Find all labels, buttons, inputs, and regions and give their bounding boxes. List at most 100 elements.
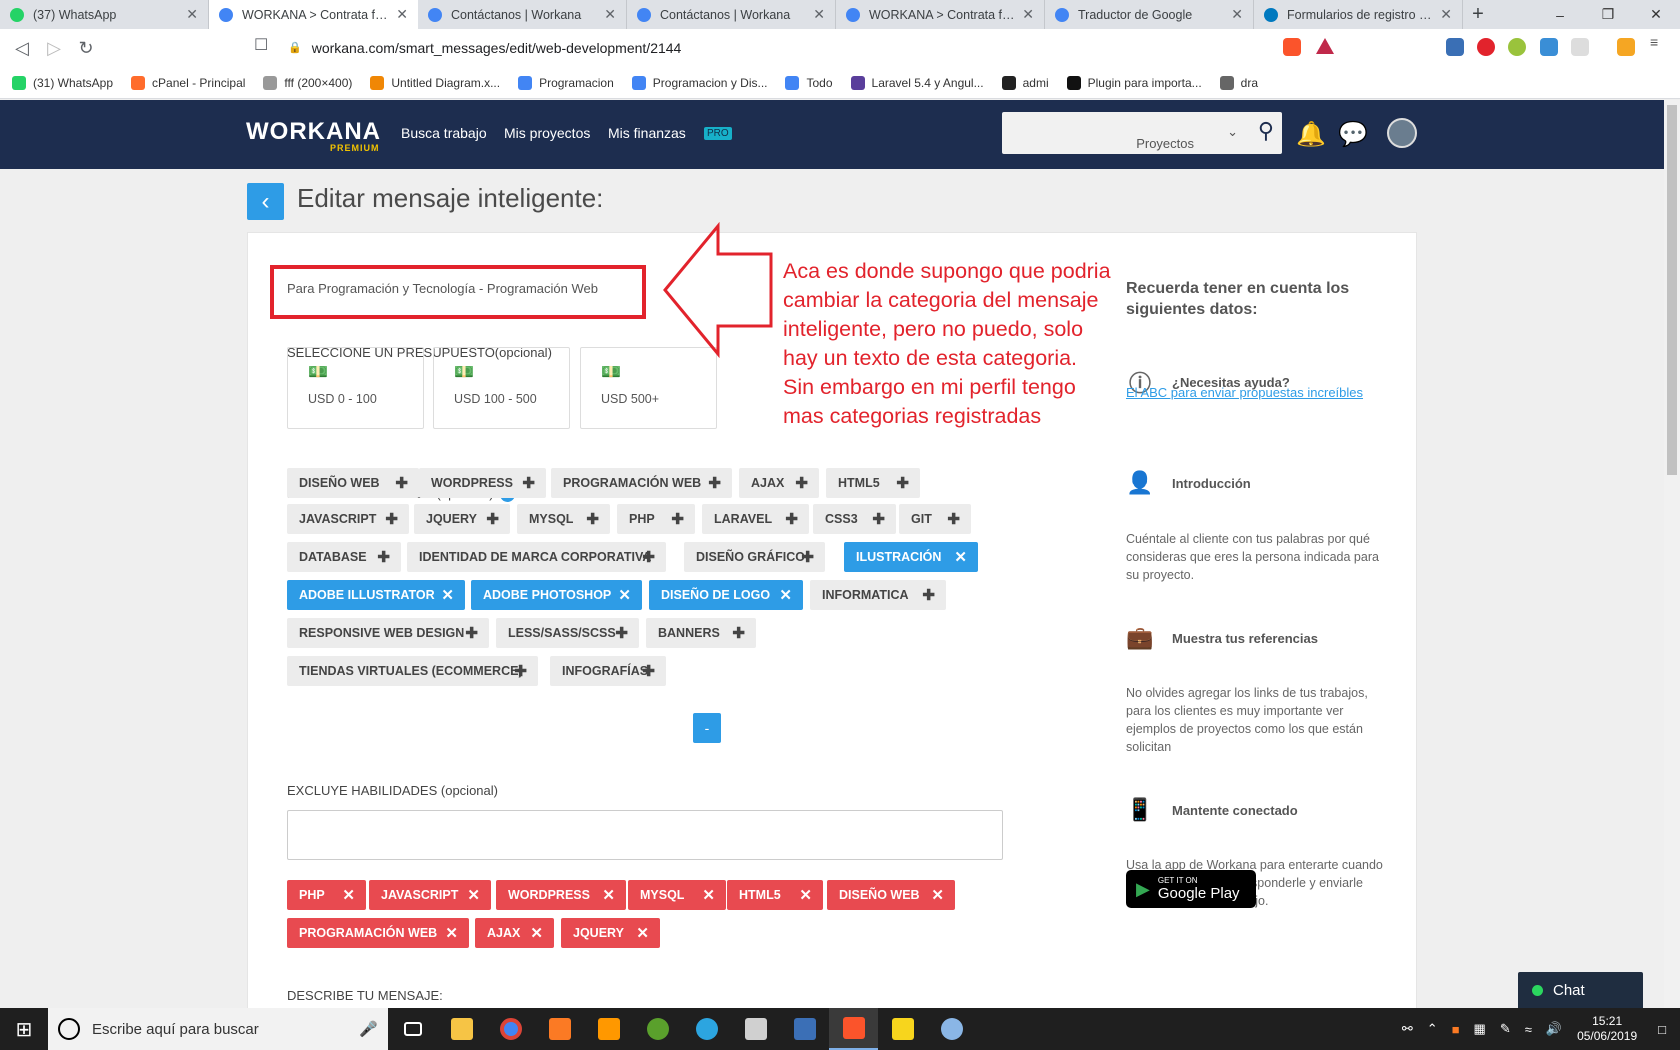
- extension-icon-2[interactable]: [1477, 38, 1495, 56]
- remove-x-icon[interactable]: ✕: [342, 886, 355, 904]
- bookmark-item[interactable]: Programacion: [518, 75, 614, 90]
- xampp-icon[interactable]: [535, 1008, 584, 1050]
- exclude-skill-chip[interactable]: HTML5 ✕: [727, 880, 823, 910]
- bookmark-star-icon[interactable]: ☐: [254, 35, 268, 55]
- bell-icon[interactable]: 🔔: [1296, 120, 1326, 149]
- search-icon[interactable]: ⚲: [1258, 118, 1274, 144]
- close-window-icon[interactable]: ✕: [1632, 0, 1680, 29]
- include-skill-chip[interactable]: LARAVEL ✚: [702, 504, 809, 534]
- nav-busca-trabajo[interactable]: Busca trabajo: [401, 125, 487, 141]
- header-search[interactable]: Proyectos ⌄ ⚲: [1002, 112, 1282, 154]
- collapse-skills-button[interactable]: -: [693, 713, 721, 743]
- xampp-tray-icon[interactable]: ■: [1452, 1022, 1460, 1037]
- browser-tab[interactable]: Formularios de registro en W ✕: [1254, 0, 1463, 29]
- remove-x-icon[interactable]: ✕: [779, 586, 792, 604]
- bookmark-item[interactable]: dra: [1219, 75, 1258, 90]
- add-plus-icon[interactable]: ✚: [642, 548, 655, 566]
- google-play-badge[interactable]: ▶ GET IT ON Google Play: [1126, 870, 1256, 908]
- exclude-skills-input[interactable]: [287, 810, 1003, 860]
- telegram-icon[interactable]: [682, 1008, 731, 1050]
- bookmark-item[interactable]: Untitled Diagram.x...: [370, 75, 500, 90]
- add-plus-icon[interactable]: ✚: [795, 474, 808, 492]
- remove-x-icon[interactable]: ✕: [445, 924, 458, 942]
- extension-icon-1[interactable]: [1446, 38, 1464, 56]
- brave-shield-icon[interactable]: [1283, 38, 1301, 56]
- remove-x-icon[interactable]: ✕: [702, 886, 715, 904]
- include-skill-chip[interactable]: BANNERS ✚: [646, 618, 756, 648]
- bookmark-item[interactable]: (31) WhatsApp: [12, 75, 113, 90]
- include-skill-chip[interactable]: DISEÑO DE LOGO ✕: [649, 580, 803, 610]
- windows-start-icon[interactable]: ⊞: [0, 1008, 48, 1050]
- reload-icon[interactable]: ↻: [70, 32, 102, 64]
- page-scrollbar[interactable]: [1664, 100, 1680, 1008]
- bookmark-item[interactable]: cPanel - Principal: [131, 75, 245, 90]
- pen-icon[interactable]: ✎: [1500, 1021, 1511, 1037]
- search-scope-select[interactable]: Proyectos ⌄: [1136, 124, 1238, 151]
- taskbar-search[interactable]: Escribe aquí para buscar 🎤: [48, 1008, 388, 1050]
- chevron-up-icon[interactable]: ⌃: [1427, 1021, 1438, 1037]
- tab-close-icon[interactable]: ✕: [396, 6, 408, 23]
- browser-tab[interactable]: Contáctanos | Workana ✕: [418, 0, 627, 29]
- add-plus-icon[interactable]: ✚: [732, 624, 745, 642]
- browser-tab[interactable]: (37) WhatsApp ✕: [0, 0, 209, 29]
- budget-option-500-plus[interactable]: 💵 USD 500+: [580, 347, 717, 429]
- include-skill-chip[interactable]: DISEÑO GRÁFICO ✚: [684, 542, 825, 572]
- include-skill-chip[interactable]: JAVASCRIPT ✚: [287, 504, 409, 534]
- include-skill-chip[interactable]: ADOBE ILLUSTRATOR ✕: [287, 580, 465, 610]
- back-button[interactable]: ‹: [247, 183, 284, 220]
- add-plus-icon[interactable]: ✚: [642, 662, 655, 680]
- add-plus-icon[interactable]: ✚: [586, 510, 599, 528]
- avatar[interactable]: [1387, 118, 1417, 148]
- notifications-icon[interactable]: □: [1658, 1022, 1666, 1037]
- add-plus-icon[interactable]: ✚: [872, 510, 885, 528]
- browser-tab[interactable]: WORKANA > Contrata freelancers ✕: [209, 0, 418, 29]
- exclude-skill-chip[interactable]: JQUERY ✕: [561, 918, 660, 948]
- include-skill-chip[interactable]: PROGRAMACIÓN WEB ✚: [551, 468, 732, 498]
- sticky-notes-icon[interactable]: [878, 1008, 927, 1050]
- include-skill-chip[interactable]: GIT ✚: [899, 504, 971, 534]
- volume-icon[interactable]: 🔊: [1546, 1021, 1562, 1037]
- sublime-icon[interactable]: [584, 1008, 633, 1050]
- add-plus-icon[interactable]: ✚: [708, 474, 721, 492]
- include-skill-chip[interactable]: DATABASE ✚: [287, 542, 401, 572]
- exclude-skill-chip[interactable]: PHP ✕: [287, 880, 366, 910]
- include-skill-chip[interactable]: JQUERY ✚: [414, 504, 510, 534]
- include-skill-chip[interactable]: IDENTIDAD DE MARCA CORPORATIVA ✚: [407, 542, 666, 572]
- address-bar[interactable]: 🔒 workana.com/smart_messages/edit/web-de…: [288, 34, 1338, 61]
- workana-logo[interactable]: WORKANA PREMIUM: [246, 118, 381, 153]
- new-tab-icon[interactable]: +: [1463, 0, 1493, 29]
- exclude-skill-chip[interactable]: PROGRAMACIÓN WEB ✕: [287, 918, 469, 948]
- extension-icon-3[interactable]: [1508, 38, 1526, 56]
- add-plus-icon[interactable]: ✚: [465, 624, 478, 642]
- tab-close-icon[interactable]: ✕: [186, 6, 198, 23]
- add-plus-icon[interactable]: ✚: [896, 474, 909, 492]
- include-skill-chip[interactable]: INFOGRAFÍAS ✚: [550, 656, 666, 686]
- budget-option-0-100[interactable]: 💵 USD 0 - 100: [287, 347, 424, 429]
- remove-x-icon[interactable]: ✕: [467, 886, 480, 904]
- forward-nav-icon[interactable]: ▷: [38, 32, 70, 64]
- include-skill-chip[interactable]: AJAX ✚: [739, 468, 819, 498]
- minimize-icon[interactable]: –: [1536, 0, 1584, 29]
- tab-close-icon[interactable]: ✕: [1231, 6, 1243, 23]
- brave-taskbar-icon[interactable]: [829, 1008, 878, 1050]
- budget-option-100-500[interactable]: 💵 USD 100 - 500: [433, 347, 570, 429]
- add-plus-icon[interactable]: ✚: [615, 624, 628, 642]
- include-skill-chip[interactable]: PHP ✚: [617, 504, 695, 534]
- file-explorer-icon[interactable]: [437, 1008, 486, 1050]
- remove-x-icon[interactable]: ✕: [530, 924, 543, 942]
- tab-close-icon[interactable]: ✕: [813, 6, 825, 23]
- taskbar-clock[interactable]: 15:21 05/06/2019: [1577, 1014, 1637, 1044]
- add-plus-icon[interactable]: ✚: [395, 474, 408, 492]
- include-skill-chip[interactable]: WORDPRESS ✚: [419, 468, 546, 498]
- add-plus-icon[interactable]: ✚: [947, 510, 960, 528]
- menu-icon[interactable]: ≡: [1650, 34, 1668, 52]
- add-plus-icon[interactable]: ✚: [486, 510, 499, 528]
- browser-tab[interactable]: Traductor de Google ✕: [1045, 0, 1254, 29]
- include-skill-chip[interactable]: INFORMATICA ✚: [810, 580, 946, 610]
- tab-close-icon[interactable]: ✕: [604, 6, 616, 23]
- add-plus-icon[interactable]: ✚: [671, 510, 684, 528]
- include-skill-chip[interactable]: TIENDAS VIRTUALES (ECOMMERCE) ✚: [287, 656, 538, 686]
- extension-icon-5[interactable]: [1571, 38, 1589, 56]
- back-nav-icon[interactable]: ◁: [6, 32, 38, 64]
- wifi-icon[interactable]: ≈: [1525, 1022, 1532, 1037]
